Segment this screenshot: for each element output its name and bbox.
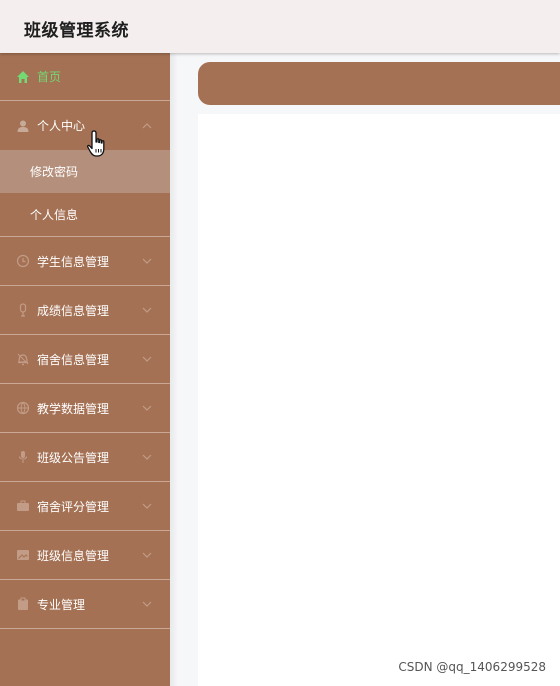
app-title: 班级管理系统 xyxy=(24,21,129,41)
home-icon xyxy=(16,70,30,84)
briefcase-icon xyxy=(16,499,30,513)
watermark-text: CSDN @qq_1406299528 xyxy=(398,660,546,674)
sidebar-item-teaching-data[interactable]: 教学数据管理 xyxy=(0,384,170,433)
chevron-down-icon xyxy=(142,356,152,362)
sidebar-item-personal-center[interactable]: 个人中心 xyxy=(0,101,170,150)
app-window: 班级管理系统 首页 个人中心 修改密码 个人信息 学生信息管理 成绩信息管理 宿… xyxy=(0,0,560,686)
chevron-down-icon xyxy=(142,405,152,411)
sidebar-item-student-info[interactable]: 学生信息管理 xyxy=(0,237,170,286)
chevron-down-icon xyxy=(142,601,152,607)
mic-icon xyxy=(16,450,30,464)
sidebar-item-major-management[interactable]: 专业管理 xyxy=(0,580,170,629)
chevron-up-icon xyxy=(142,122,152,128)
chevron-down-icon xyxy=(142,307,152,313)
image-icon xyxy=(16,548,30,562)
sidebar-item-label: 学生信息管理 xyxy=(37,254,110,269)
sidebar-item-class-announcements[interactable]: 班级公告管理 xyxy=(0,433,170,482)
sidebar-item-label: 班级公告管理 xyxy=(37,450,110,465)
chevron-down-icon xyxy=(142,258,152,264)
hand-cursor-icon xyxy=(87,130,105,157)
globe-icon xyxy=(16,401,30,415)
sidebar-item-label: 个人中心 xyxy=(37,119,86,133)
bell-icon xyxy=(16,352,30,366)
user-icon xyxy=(16,119,30,133)
chevron-down-icon xyxy=(142,454,152,460)
sidebar-item-dorm-scoring[interactable]: 宿舍评分管理 xyxy=(0,482,170,531)
submenu-item-label: 个人信息 xyxy=(30,208,79,222)
clipboard-icon xyxy=(16,597,30,611)
top-header: 班级管理系统 xyxy=(0,0,560,53)
submenu-item-label: 修改密码 xyxy=(30,165,79,179)
sidebar-item-label: 教学数据管理 xyxy=(37,401,110,416)
sidebar-item-label: 成绩信息管理 xyxy=(37,303,110,318)
breadcrumb-bar xyxy=(198,62,560,105)
sidebar-item-label: 专业管理 xyxy=(37,597,86,612)
sidebar-item-label: 班级信息管理 xyxy=(37,548,110,563)
sidebar-shadow xyxy=(170,53,178,686)
clock-icon xyxy=(16,254,30,268)
sidebar-item-label: 宿舍评分管理 xyxy=(37,499,110,514)
sidebar-item-dorm-info[interactable]: 宿舍信息管理 xyxy=(0,335,170,384)
chevron-down-icon xyxy=(142,552,152,558)
sidebar-item-label: 首页 xyxy=(37,70,62,84)
microphone-icon xyxy=(16,303,30,317)
sidebar-item-label: 宿舍信息管理 xyxy=(37,352,110,367)
submenu-item-personal-info[interactable]: 个人信息 xyxy=(0,193,170,236)
content-panel xyxy=(198,114,560,686)
submenu-personal-center: 修改密码 个人信息 xyxy=(0,150,170,237)
submenu-item-change-password[interactable]: 修改密码 xyxy=(0,150,170,193)
sidebar: 首页 个人中心 修改密码 个人信息 学生信息管理 成绩信息管理 宿舍信息管理 教… xyxy=(0,53,170,686)
sidebar-item-home[interactable]: 首页 xyxy=(0,53,170,101)
sidebar-item-grade-info[interactable]: 成绩信息管理 xyxy=(0,286,170,335)
sidebar-item-class-info[interactable]: 班级信息管理 xyxy=(0,531,170,580)
chevron-down-icon xyxy=(142,503,152,509)
